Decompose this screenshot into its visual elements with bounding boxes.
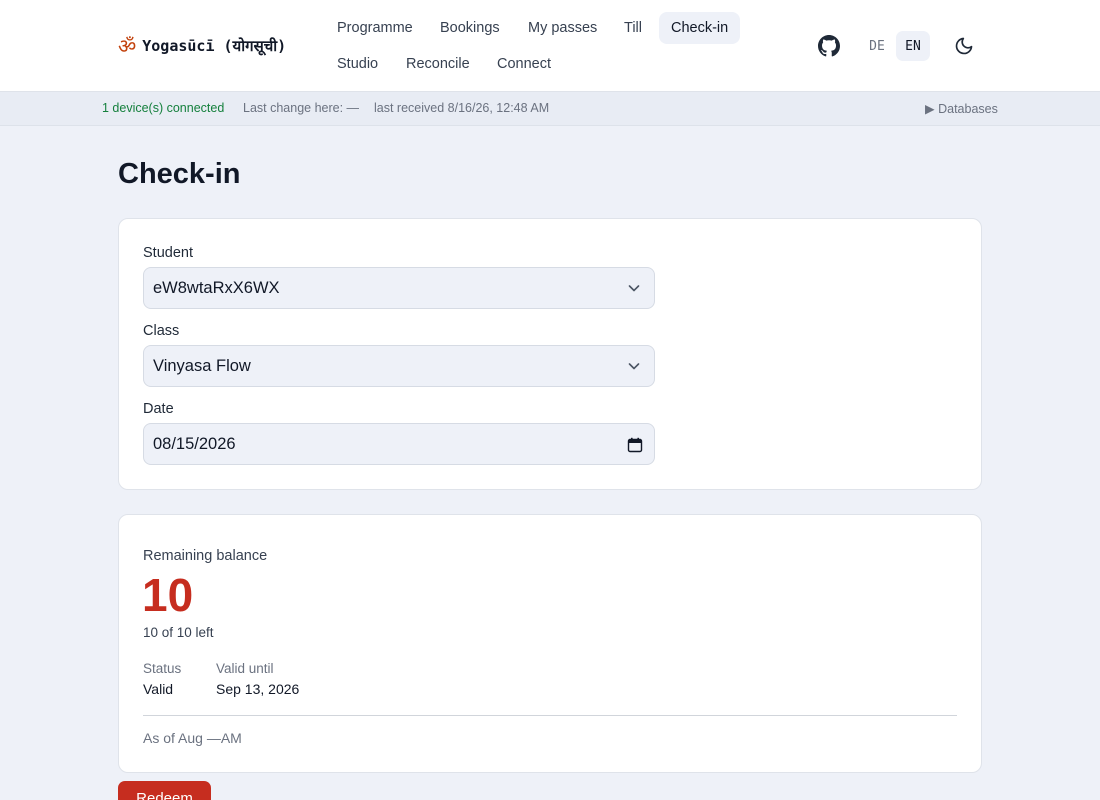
connected-devices: 1 device(s) connected: [102, 101, 225, 115]
valid-until-label: Valid until: [216, 661, 274, 676]
class-select[interactable]: Vinyasa Flow: [143, 345, 655, 387]
last-received: last received 8/16/26, 12:48 AM: [374, 101, 550, 115]
date-input[interactable]: 08/15/2026: [143, 423, 655, 465]
calendar-icon[interactable]: [627, 437, 643, 453]
nav-item-till[interactable]: Till: [612, 12, 654, 44]
class-label: Class: [143, 323, 180, 339]
lang-en-button[interactable]: EN: [896, 31, 930, 61]
valid-until-value: Sep 13, 2026: [216, 681, 300, 697]
nav-item-programme[interactable]: Programme: [325, 12, 425, 44]
databases-toggle[interactable]: ▶ Databases: [925, 101, 998, 116]
student-label: Student: [143, 245, 193, 261]
moon-icon[interactable]: [954, 36, 974, 56]
date-value: 08/15/2026: [153, 434, 236, 453]
om-icon: ॐ: [118, 34, 137, 58]
redeem-button[interactable]: Redeem: [118, 781, 211, 800]
divider: [143, 715, 957, 716]
nav-item-bookings[interactable]: Bookings: [428, 12, 512, 44]
balance-remaining: 10 of 10 left: [143, 625, 214, 640]
brand-name: Yogasūcī (योगसूची): [142, 37, 287, 55]
sync-status-bar: 1 device(s) connected Last change here: …: [0, 92, 1100, 126]
nav-item-reconcile[interactable]: Reconcile: [394, 48, 482, 80]
chevron-down-icon: [628, 285, 640, 292]
date-label: Date: [143, 401, 174, 417]
last-change: Last change here: —: [243, 101, 360, 115]
status-value: Valid: [143, 681, 174, 697]
nav-item-check-in[interactable]: Check-in: [659, 12, 741, 44]
brand[interactable]: ॐ Yogasūcī (योगसूची): [118, 34, 286, 58]
github-icon[interactable]: [818, 35, 840, 57]
balance-value: 10: [142, 569, 194, 621]
status-label: Status: [143, 661, 182, 676]
chevron-down-icon: [628, 363, 640, 370]
top-header: ॐ Yogasūcī (योगसूची) Programme Bookings …: [0, 0, 1100, 92]
balance-label: Remaining balance: [143, 548, 268, 564]
page-title: Check-in: [118, 158, 241, 190]
student-select[interactable]: eW8wtaRxX6WX: [143, 267, 655, 309]
nav-item-my-passes[interactable]: My passes: [516, 12, 609, 44]
student-value: eW8wtaRxX6WX: [153, 278, 280, 297]
nav-item-studio[interactable]: Studio: [325, 48, 390, 80]
lang-de-button[interactable]: DE: [860, 31, 894, 61]
as-of-text: As of Aug —AM: [143, 730, 242, 746]
class-value: Vinyasa Flow: [153, 356, 251, 375]
nav-item-connect[interactable]: Connect: [485, 48, 563, 80]
